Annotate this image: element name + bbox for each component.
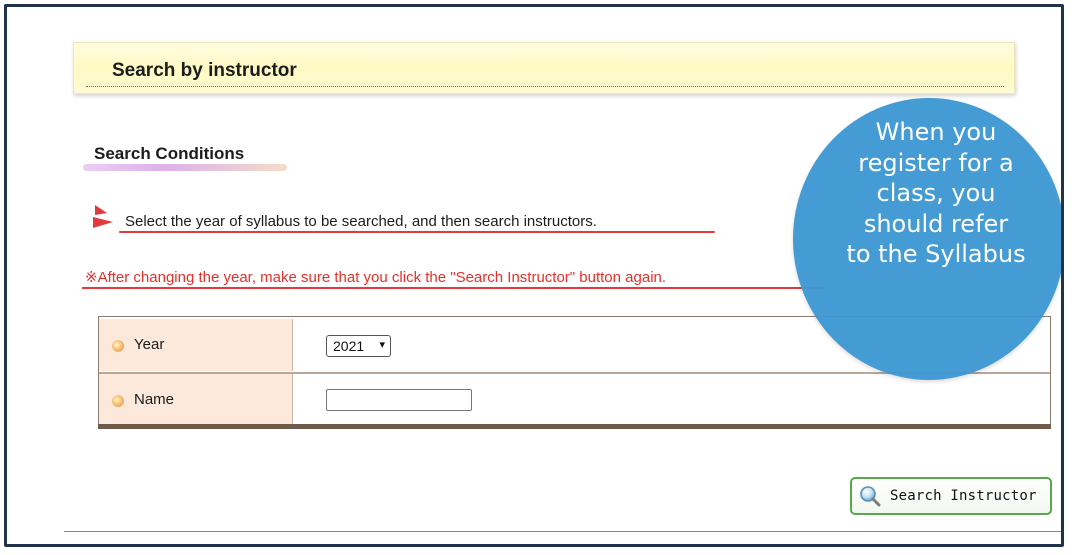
section-title: Search Conditions [94, 144, 245, 163]
page-content: Search by instructor Search Conditions S… [7, 7, 1061, 544]
bottom-divider [64, 531, 1061, 532]
orange-dot-icon [112, 395, 124, 407]
year-label-cell: Year [99, 319, 293, 371]
callout-line: to the Syllabus [846, 240, 1026, 268]
year-label: Year [134, 336, 165, 353]
magnifier-icon [860, 486, 881, 507]
instruction-underline [119, 231, 715, 233]
name-label: Name [134, 391, 175, 408]
section-title-highlight [83, 164, 287, 171]
year-select[interactable]: 2021 ▾ [326, 335, 391, 357]
callout-line: register for a [858, 148, 1014, 177]
page-title: Search by instructor [112, 60, 297, 81]
screenshot-frame: Search by instructor Search Conditions S… [4, 4, 1064, 547]
callout-line: should refer [863, 209, 1009, 238]
chevron-down-icon: ▾ [379, 339, 385, 351]
notice-text: ※After changing the year, make sure that… [85, 269, 667, 286]
search-instructor-button[interactable]: Search Instructor [850, 477, 1052, 515]
search-instructor-label: Search Instructor [890, 488, 1037, 504]
instruction-text: Select the year of syllabus to be search… [125, 213, 597, 230]
table-bottom-border [98, 424, 1051, 429]
name-row: Name [99, 372, 1050, 426]
callout-text: When you register for a class, you shoul… [833, 117, 1039, 270]
name-label-cell: Name [99, 374, 293, 426]
callout-line: class, you [876, 179, 996, 207]
year-select-value: 2021 [333, 338, 365, 354]
orange-dot-icon [112, 340, 124, 352]
name-input[interactable] [326, 389, 472, 411]
page-header: Search by instructor [73, 42, 1015, 94]
callout-line: When you [875, 118, 997, 146]
notice-underline [82, 287, 824, 289]
header-dotted-rule [86, 86, 1004, 87]
red-arrow-marker-icon [93, 205, 113, 228]
